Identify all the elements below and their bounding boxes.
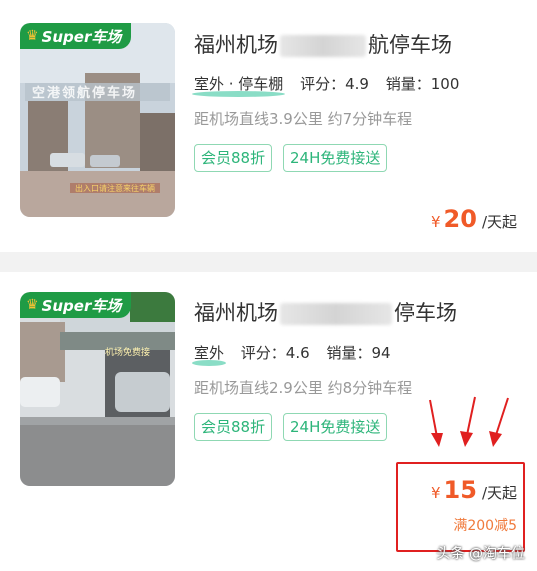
- distance-info: 距机场直线3.9公里 约7分钟车程: [194, 110, 413, 128]
- super-lot-badge: ♛ Super车场: [20, 23, 132, 49]
- parking-lot-photo[interactable]: 空港领航停车场 出入口请注意来往车辆 ♛ Super车场: [20, 23, 175, 217]
- price-unit: /天起: [481, 213, 517, 231]
- free-shuttle-tag: 24H免费接送: [283, 144, 388, 172]
- price-highlight-box: [396, 462, 525, 552]
- location-type: 室外: [191, 344, 227, 366]
- title-prefix: 福州机场: [194, 301, 278, 325]
- redacted-text: [280, 303, 392, 325]
- member-discount-tag: 会员88折: [194, 413, 273, 441]
- listing-title[interactable]: 福州机场 停车场: [194, 297, 457, 327]
- badge-label: Super车场: [41, 296, 122, 315]
- title-prefix: 福州机场: [194, 33, 278, 57]
- image-footer-text: 出入口请注意来往车辆: [75, 184, 155, 193]
- title-suffix: 航停车场: [368, 33, 452, 57]
- badge-label: Super车场: [41, 27, 122, 46]
- sales-count: 销量：100: [385, 75, 460, 93]
- image-sign-text: 空港领航停车场: [32, 86, 138, 101]
- super-lot-badge: ♛ Super车场: [20, 292, 132, 318]
- parking-lot-photo[interactable]: 机场免费接 ♛ Super车场: [20, 292, 175, 486]
- rating: 评分：4.6: [240, 344, 310, 362]
- listing-title[interactable]: 福州机场 航停车场: [194, 29, 452, 59]
- listing-meta: 室外 评分：4.6 销量：94: [191, 342, 391, 366]
- currency-symbol: ¥: [430, 213, 441, 231]
- listing-meta: 室外 · 停车棚 评分：4.9 销量：100: [191, 73, 460, 97]
- arrow-annotation-icon: [429, 396, 509, 447]
- parking-photo-illustration: [20, 292, 175, 486]
- title-suffix: 停车场: [394, 301, 457, 325]
- distance-info: 距机场直线2.9公里 约8分钟车程: [194, 379, 413, 397]
- location-type: 室外 · 停车棚: [191, 75, 286, 97]
- crown-icon: ♛: [26, 28, 39, 44]
- crown-icon: ♛: [26, 297, 39, 313]
- redacted-text: [280, 35, 366, 57]
- price: ¥20/天起: [431, 205, 517, 233]
- member-discount-tag: 会员88折: [194, 144, 273, 172]
- free-shuttle-tag: 24H免费接送: [283, 413, 388, 441]
- price-value: 20: [443, 205, 477, 233]
- watermark: 头条 @淘车位: [436, 546, 525, 562]
- image-sign-text: 机场免费接: [105, 348, 151, 358]
- parking-listing-card[interactable]: 空港领航停车场 出入口请注意来往车辆 ♛ Super车场 福州机场 航停车场 室外…: [0, 0, 537, 252]
- sales-count: 销量：94: [326, 344, 391, 362]
- rating: 评分：4.9: [300, 75, 369, 93]
